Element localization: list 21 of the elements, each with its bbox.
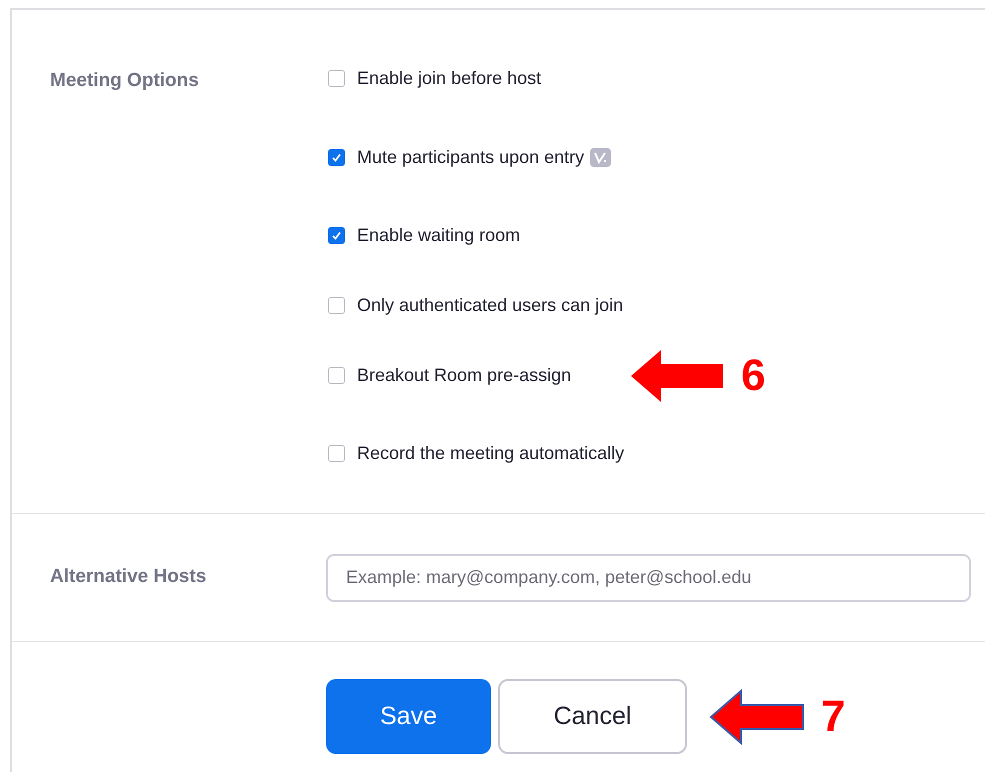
step-number: 6 [741,354,766,398]
option-label: Enable waiting room [357,224,520,247]
checkbox[interactable] [328,296,345,314]
option-label: Breakout Room pre-assign [357,364,572,387]
step-number: 7 [821,694,846,738]
checkbox[interactable] [328,445,345,462]
checkbox[interactable] [328,367,345,384]
checkbox[interactable] [328,226,345,244]
option-label: Only authenticated users can join [357,294,624,317]
checkbox[interactable] [328,70,345,87]
checkbox[interactable] [328,149,345,166]
alternative-hosts-field[interactable]: Example: mary@company.com, peter@school.edu [326,554,971,602]
cancel-button[interactable]: Cancel [498,679,687,754]
checkmark-icon [331,230,342,240]
section-label: Alternative Hosts [50,566,206,588]
save-button[interactable]: Save [326,679,491,754]
option-label: Record the meeting automatically [357,442,624,465]
option-label: Enable join before host [357,67,542,90]
checkmark-icon [331,152,342,163]
section-label: Meeting Options [50,70,199,91]
option-label: Mute participants upon entry [357,146,584,169]
